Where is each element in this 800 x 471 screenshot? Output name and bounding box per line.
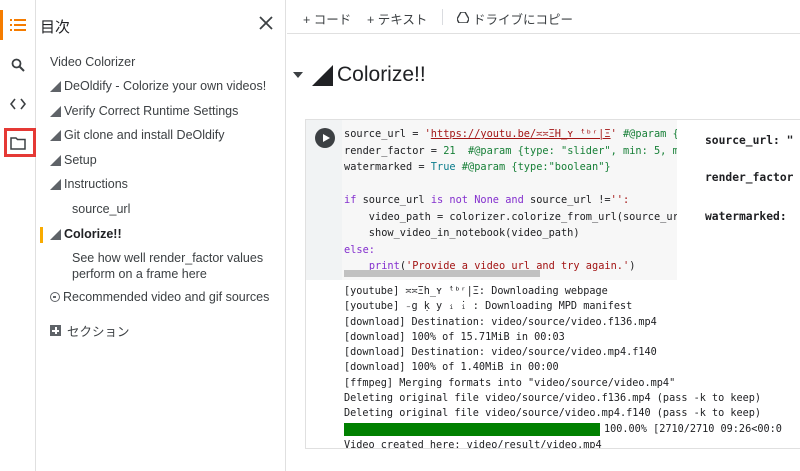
form-field-source-url[interactable]: source_url: " xyxy=(705,134,793,147)
toc-panel: 目次 Video Colorizer DeOldify - Colorize y… xyxy=(36,0,286,471)
collapse-triangle-icon xyxy=(50,154,61,166)
code-editor[interactable]: source_url = 'https://youtu.be/≍≍ΞΗ_ʏ ̇ᵗ… xyxy=(342,120,677,280)
output-line: [download] Destination: video/source/vid… xyxy=(344,316,657,328)
copy-to-drive-label: ドライブにコピー xyxy=(473,13,574,27)
add-text-button[interactable]: + テキスト xyxy=(367,9,427,28)
toc-item-render-factor[interactable]: See how well render_factor values perfor… xyxy=(72,250,272,282)
toc-item-source-url[interactable]: source_url xyxy=(72,202,130,216)
form-field-watermarked[interactable]: watermarked: xyxy=(705,210,787,223)
form-field-render-factor[interactable]: render_factor xyxy=(705,171,793,184)
output-line: [youtube] ≍≍Ξh_ʏ ̇ᵗᵇʳ|Ξ: Downloading web… xyxy=(344,286,608,297)
toc-item-recommended[interactable]: Recommended video and gif sources xyxy=(50,290,269,304)
notebook-main: Colorize!! source_url = 'https://youtu.b… xyxy=(287,35,800,471)
progress-row: 100.00% [2710/2710 09:26<00:0 xyxy=(342,422,800,438)
left-rail xyxy=(0,0,36,471)
collapse-triangle-icon xyxy=(50,105,61,117)
toc-active-indicator xyxy=(40,227,43,243)
output-line: [ffmpeg] Merging formats into "video/sou… xyxy=(344,377,676,389)
cell-output: [youtube] ≍≍Ξh_ʏ ̇ᵗᵇʳ|Ξ: Downloading web… xyxy=(342,280,800,448)
progress-label: 100.00% [2710/2710 09:26<00:0 xyxy=(604,424,782,436)
search-icon[interactable] xyxy=(6,53,30,77)
toc-item-deoldify[interactable]: DeOldify - Colorize your own videos! xyxy=(50,79,266,93)
code-cell[interactable]: source_url = 'https://youtu.be/≍≍ΞΗ_ʏ ̇ᵗ… xyxy=(305,119,800,449)
collapse-triangle-icon xyxy=(50,178,61,190)
toc-item-colorize[interactable]: Colorize!! xyxy=(50,227,122,241)
expand-circle-icon xyxy=(50,292,60,302)
output-line: [download] 100% of 15.71MiB in 00:03 xyxy=(344,331,565,343)
output-line: Deleting original file video/source/vide… xyxy=(344,408,762,420)
progress-fill xyxy=(344,423,600,437)
toolbar-divider xyxy=(442,9,443,25)
toc-item-label: Git clone and install DeOldify xyxy=(64,128,225,142)
toc-item-verify-runtime[interactable]: Verify Correct Runtime Settings xyxy=(50,104,238,118)
section-title: Colorize!! xyxy=(337,63,426,86)
output-line: [download] Destination: video/source/vid… xyxy=(344,347,657,359)
collapse-caret-icon[interactable] xyxy=(293,72,303,78)
add-section-button[interactable]: セクション xyxy=(50,321,130,340)
toc-item-label: See how well render_factor values perfor… xyxy=(72,251,264,281)
list-icon[interactable] xyxy=(6,13,30,37)
collapse-triangle-icon xyxy=(50,129,61,141)
toc-item-label: セクション xyxy=(67,325,130,339)
section-heading: Colorize!! xyxy=(293,63,426,87)
notebook-toolbar: + コード + テキスト ドライブにコピー xyxy=(287,0,800,34)
code-line-6: video_path = colorizer.colorize_from_url… xyxy=(344,210,677,223)
cell-form: source_url: " render_factor watermarked: xyxy=(686,120,800,280)
toc-item-git-clone[interactable]: Git clone and install DeOldify xyxy=(50,128,225,142)
toc-item-label: Colorize!! xyxy=(64,227,122,241)
code-line-1: source_url = 'https://youtu.be/≍≍ΞΗ_ʏ ̇ᵗ… xyxy=(344,128,677,140)
toc-item-instructions[interactable]: Instructions xyxy=(50,177,128,191)
add-code-button[interactable]: + コード xyxy=(303,9,351,28)
cell-gutter xyxy=(306,120,342,280)
code-line-5: if source_url is not None and source_url… xyxy=(344,194,630,206)
code-line-3: watermarked = True #@param {type:"boolea… xyxy=(344,161,611,173)
collapse-triangle-icon xyxy=(50,80,61,92)
toc-item-label: Setup xyxy=(64,153,97,167)
code-line-7: show_video_in_notebook(video_path) xyxy=(344,227,580,239)
output-line: [youtube] ₋g ḳ y ᵢ ̇ᵢ : Downloading MPD … xyxy=(344,301,633,313)
add-box-icon xyxy=(50,325,61,336)
toc-item-label: DeOldify - Colorize your own videos! xyxy=(64,79,267,93)
toc-item-label: Instructions xyxy=(64,177,128,191)
run-icon[interactable] xyxy=(315,128,335,148)
heading-triangle-icon xyxy=(312,64,333,86)
copy-to-drive-button[interactable]: ドライブにコピー xyxy=(456,9,574,28)
toc-item-label: source_url xyxy=(72,202,131,216)
output-line: [download] 100% of 1.40MiB in 00:00 xyxy=(344,362,559,374)
collapse-triangle-icon xyxy=(50,228,61,240)
close-icon[interactable] xyxy=(256,13,276,33)
horizontal-scrollbar[interactable] xyxy=(344,270,540,277)
toc-item-setup[interactable]: Setup xyxy=(50,153,97,167)
toc-item-label: Verify Correct Runtime Settings xyxy=(64,104,239,118)
output-line: Deleting original file video/source/vide… xyxy=(344,393,762,405)
drive-icon xyxy=(456,10,470,26)
toc-item-video-colorizer[interactable]: Video Colorizer xyxy=(50,55,135,69)
rail-active-indicator xyxy=(0,10,3,40)
progress-bar xyxy=(344,423,600,437)
code-line-2: render_factor = 21 #@param {type: "slide… xyxy=(344,144,677,157)
toc-item-label: Video Colorizer xyxy=(50,55,136,69)
folder-highlight-box xyxy=(4,128,36,157)
output-final-line: Video created here: video/result/video.m… xyxy=(344,439,602,448)
code-icon[interactable] xyxy=(6,92,30,116)
toc-title: 目次 xyxy=(40,19,71,36)
toc-header: 目次 xyxy=(36,0,286,48)
toc-item-label: Recommended video and gif sources xyxy=(63,290,270,304)
code-line-8: else: xyxy=(344,243,375,256)
